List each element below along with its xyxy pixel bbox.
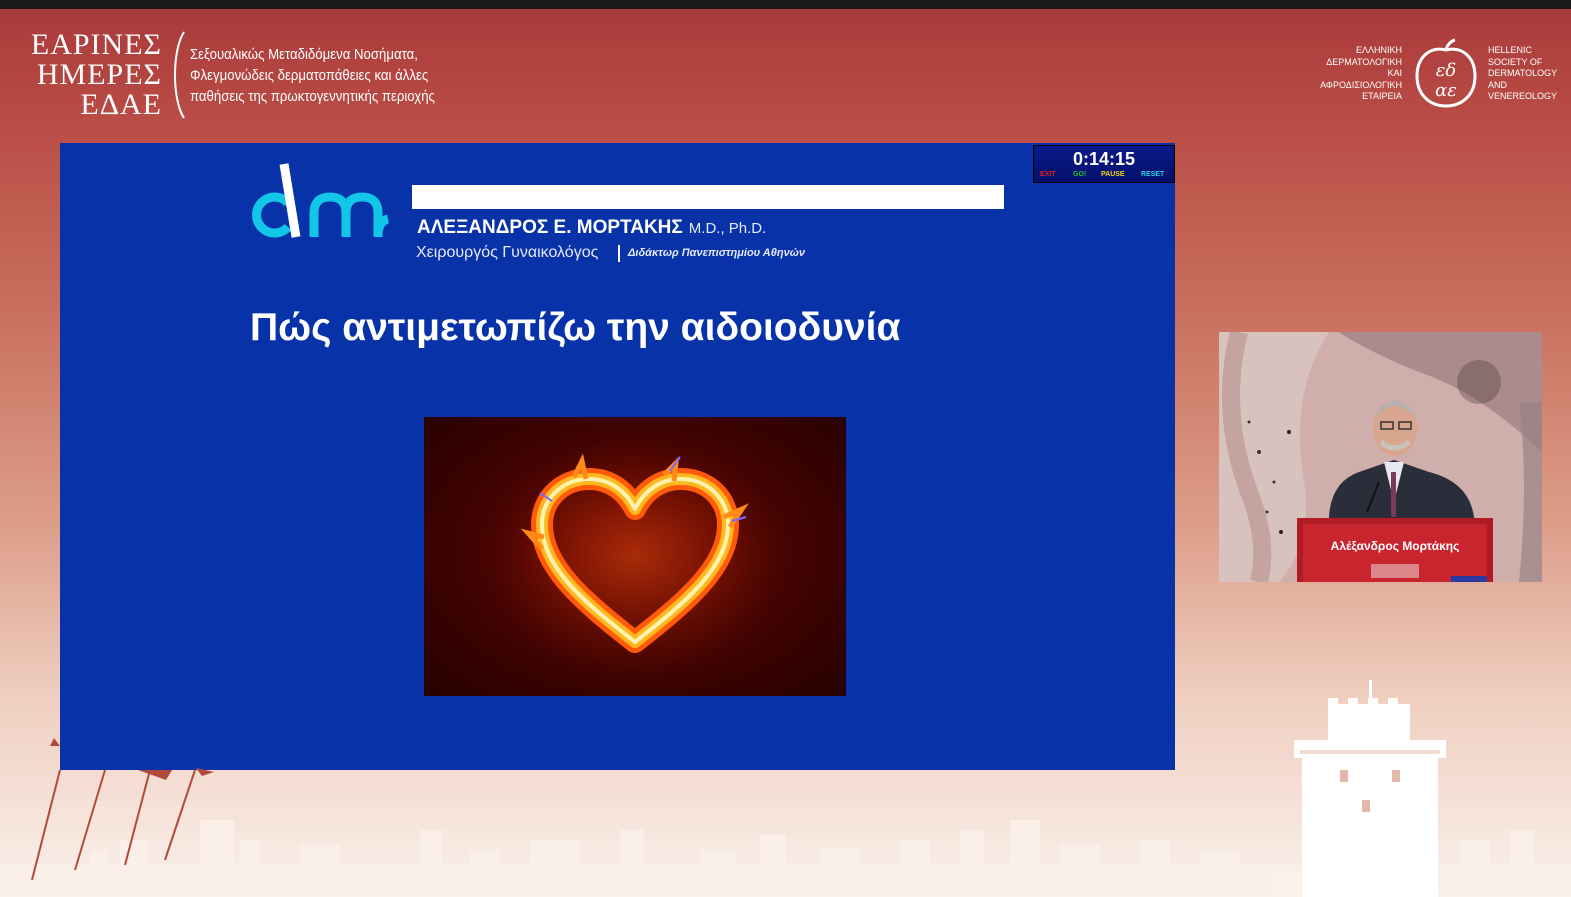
society-line: VENEREOLOGY bbox=[1488, 91, 1558, 102]
society-line: DERMATOLOGY bbox=[1488, 68, 1558, 79]
svg-text:εδ: εδ bbox=[1436, 60, 1457, 81]
dm-logo-icon bbox=[252, 163, 390, 238]
top-bar bbox=[0, 0, 1571, 9]
flaming-heart-icon bbox=[424, 417, 846, 696]
presentation-timer: 0:14:15 EXIT GO! PAUSE RESET bbox=[1033, 145, 1175, 183]
podium-name-label: Αλέξανδρος Μορτάκης bbox=[1330, 539, 1460, 553]
society-line: AND bbox=[1488, 79, 1508, 90]
doctor-name: ΑΛΕΞΑΝΔΡΟΣ Ε. ΜΟΡΤΑΚΗΣ M.D., Ph.D. bbox=[417, 217, 766, 239]
slide-title: Πώς αντιμετωπίζω την αιδοιοδυνία bbox=[250, 306, 901, 349]
event-subtitle-line: παθήσεις της πρωκτογεννητικής περιοχής bbox=[190, 88, 435, 105]
timer-go-button[interactable]: GO! bbox=[1073, 171, 1086, 178]
society-line: ΑΦΡΟΔΙΣΙΟΛΟΓΙΚΗ bbox=[1320, 79, 1402, 90]
society-name-english: HELLENIC SOCIETY OF DERMATOLOGY AND VENE… bbox=[1488, 45, 1570, 103]
society-name-greek: ΕΛΛΗΝΙΚΗ ΔΕΡΜΑΤΟΛΟΓΙΚΗ ΚΑΙ ΑΦΡΟΔΙΣΙΟΛΟΓΙ… bbox=[1290, 45, 1402, 103]
event-subtitle-line: Σεξουαλικώς Μεταδιδόμενα Νοσήματα, bbox=[190, 46, 418, 63]
city-skyline-icon bbox=[0, 680, 1571, 897]
society-line: ΔΕΡΜΑΤΟΛΟΓΙΚΗ bbox=[1326, 56, 1402, 67]
timer-exit-button[interactable]: EXIT bbox=[1040, 171, 1056, 178]
doctor-role: Χειρουργός Γυναικολόγος bbox=[416, 244, 599, 261]
svg-text:αε: αε bbox=[1435, 80, 1457, 101]
event-title-line: ΗΜΕΡΕΣ bbox=[36, 58, 162, 91]
society-line: HELLENIC bbox=[1488, 45, 1533, 55]
event-title-line: ΕΑΡΙΝΕΣ bbox=[30, 28, 162, 61]
event-title-line: ΕΔΑΕ bbox=[80, 88, 162, 121]
presentation-slide: ΑΛΕΞΑΝΔΡΟΣ Ε. ΜΟΡΤΑΚΗΣ M.D., Ph.D. Χειρου… bbox=[60, 143, 1175, 770]
society-line: ΕΛΛΗΝΙΚΗ bbox=[1355, 45, 1402, 55]
event-subtitle: Σεξουαλικώς Μεταδιδόμενα Νοσήματα, Φλεγμ… bbox=[190, 44, 490, 107]
divider bbox=[618, 245, 620, 262]
doctor-university: Διδάκτωρ Πανεπιστημίου Αθηνών bbox=[628, 247, 806, 259]
event-title: ΕΑΡΙΝΕΣ ΗΜΕΡΕΣ ΕΔΑΕ bbox=[16, 30, 162, 120]
bracket-icon bbox=[174, 31, 185, 119]
edae-logo-icon: εδ αε bbox=[1415, 38, 1477, 108]
timer-pause-button[interactable]: PAUSE bbox=[1101, 171, 1125, 178]
society-line: ΚΑΙ bbox=[1387, 68, 1402, 79]
doctor-degrees: M.D., Ph.D. bbox=[688, 220, 767, 237]
doctor-name-text: ΑΛΕΞΑΝΔΡΟΣ Ε. ΜΟΡΤΑΚΗΣ bbox=[417, 217, 683, 238]
header-bar bbox=[412, 185, 1004, 209]
society-line: ΕΤΑΙΡΕΙΑ bbox=[1362, 91, 1402, 102]
timer-reset-button[interactable]: RESET bbox=[1141, 171, 1164, 178]
timer-time: 0:14:15 bbox=[1072, 149, 1136, 169]
event-subtitle-line: Φλεγμονώδεις δερματοπάθειες και άλλες bbox=[190, 67, 429, 84]
society-line: SOCIETY OF bbox=[1488, 56, 1543, 67]
